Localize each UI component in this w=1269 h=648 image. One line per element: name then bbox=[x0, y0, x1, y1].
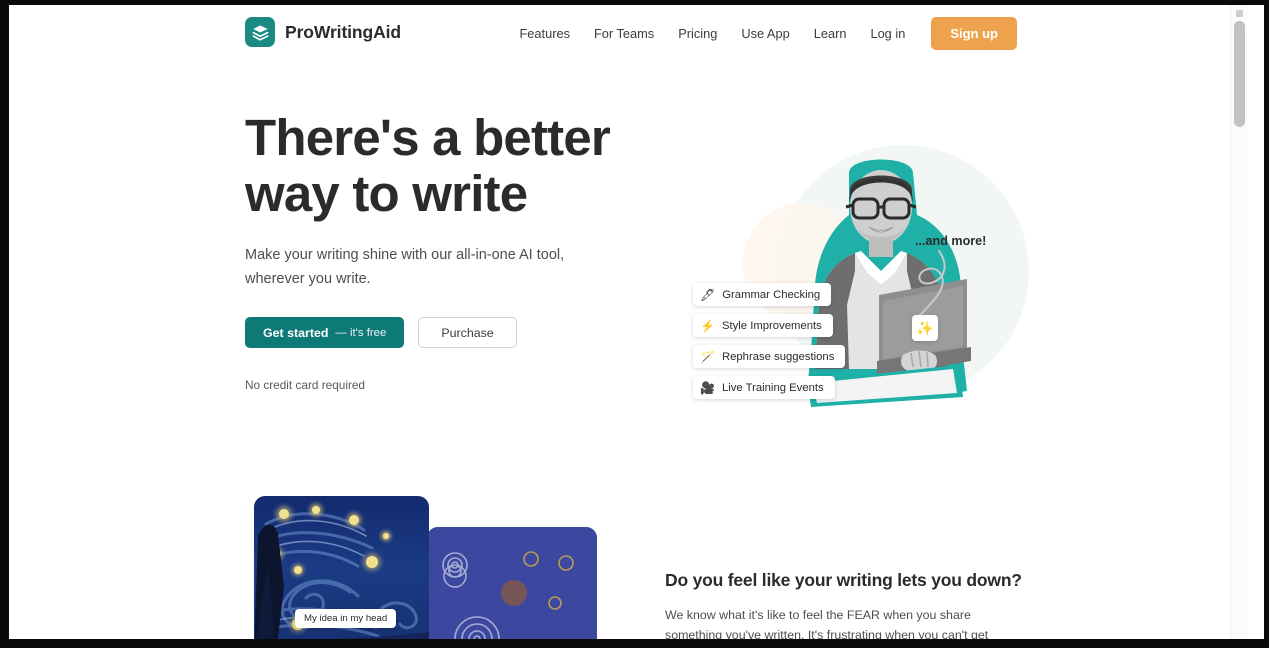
hero-actions: Get started — it's free Purchase bbox=[245, 317, 645, 349]
feather-pen-icon: 🖋 bbox=[700, 287, 716, 302]
and-more-label: ...and more! bbox=[915, 234, 987, 248]
scrollbar-thumb[interactable] bbox=[1234, 21, 1245, 127]
window-chrome-top bbox=[0, 0, 1269, 5]
no-credit-card-note: No credit card required bbox=[245, 378, 365, 393]
prowritingaid-logo-icon bbox=[245, 17, 275, 47]
lightning-bolt-icon: ⚡ bbox=[700, 318, 715, 333]
feature-pill-label: Rephrase suggestions bbox=[721, 350, 835, 363]
window-chrome-left bbox=[0, 0, 9, 648]
section2-copy: Do you feel like your writing lets you d… bbox=[665, 570, 1025, 639]
section2-title: Do you feel like your writing lets you d… bbox=[665, 570, 1022, 590]
hero-subtitle: Make your writing shine with our all-in-… bbox=[245, 247, 565, 287]
feature-pill-grammar-checking: 🖋 Grammar Checking bbox=[693, 283, 832, 306]
sparkle-icon: ✨ bbox=[912, 315, 938, 341]
purchase-button[interactable]: Purchase bbox=[418, 317, 517, 349]
site-header: ProWritingAid Features For Teams Pricing… bbox=[9, 5, 1247, 62]
brand-name: ProWritingAid bbox=[285, 21, 402, 42]
section2-illustration: My idea in my head bbox=[249, 496, 599, 639]
section2-body: We know what it's like to feel the FEAR … bbox=[665, 608, 989, 639]
feature-pill-label: Style Improvements bbox=[721, 319, 822, 332]
get-started-label: Get started bbox=[263, 325, 329, 340]
film-camera-icon: 🎥 bbox=[700, 380, 715, 395]
window-chrome-right bbox=[1264, 0, 1269, 648]
magic-wand-icon: 🪄 bbox=[700, 349, 715, 364]
idea-caption-chip: My idea in my head bbox=[295, 609, 397, 628]
hero-title-line-2: way to write bbox=[245, 165, 528, 223]
hero-illustration: ...and more! ✨ 🖋 Grammar Checking ⚡ Styl… bbox=[669, 107, 1069, 447]
window-chrome-bottom bbox=[0, 639, 1269, 648]
nav-item-for-teams[interactable]: For Teams bbox=[582, 20, 666, 47]
brand-logo-link[interactable]: ProWritingAid bbox=[245, 17, 401, 47]
browser-window: ProWritingAid Features For Teams Pricing… bbox=[0, 0, 1269, 648]
feature-pill-rephrase-suggestions: 🪄 Rephrase suggestions bbox=[693, 345, 846, 368]
vertical-scrollbar[interactable] bbox=[1230, 5, 1248, 639]
browser-viewport: ProWritingAid Features For Teams Pricing… bbox=[9, 5, 1264, 639]
feature-pill-label: Live Training Events bbox=[721, 381, 824, 394]
nav-item-learn[interactable]: Learn bbox=[802, 20, 859, 47]
writing-lets-you-down-section: My idea in my head Do you feel like your… bbox=[9, 482, 1247, 639]
page-content: ProWritingAid Features For Teams Pricing… bbox=[9, 5, 1248, 639]
hero-title-line-1: There's a better bbox=[245, 109, 611, 166]
scrollbar-up-arrow-icon[interactable] bbox=[1231, 5, 1248, 19]
sign-up-button[interactable]: Sign up bbox=[931, 17, 1017, 50]
feature-pill-label: Grammar Checking bbox=[722, 288, 821, 301]
hero-section: There's a better way to write Make your … bbox=[9, 62, 1247, 482]
feature-pill-style-improvements: ⚡ Style Improvements bbox=[693, 314, 833, 337]
nav-item-pricing[interactable]: Pricing bbox=[666, 20, 729, 47]
main-navigation: Features For Teams Pricing Use App Learn… bbox=[507, 5, 1017, 62]
hero-title: There's a better way to write bbox=[245, 109, 645, 223]
get-started-button[interactable]: Get started — it's free bbox=[245, 317, 405, 349]
feature-pill-live-training-events: 🎥 Live Training Events bbox=[693, 376, 835, 399]
get-started-suffix: — it's free bbox=[335, 326, 387, 339]
hero-feature-pills: 🖋 Grammar Checking ⚡ Style Improvements … bbox=[693, 283, 846, 399]
sketch-card bbox=[427, 527, 597, 639]
hero-copy: There's a better way to write Make your … bbox=[245, 109, 645, 393]
nav-item-log-in[interactable]: Log in bbox=[858, 20, 917, 47]
nav-item-features[interactable]: Features bbox=[507, 20, 582, 47]
nav-item-use-app[interactable]: Use App bbox=[729, 20, 801, 47]
